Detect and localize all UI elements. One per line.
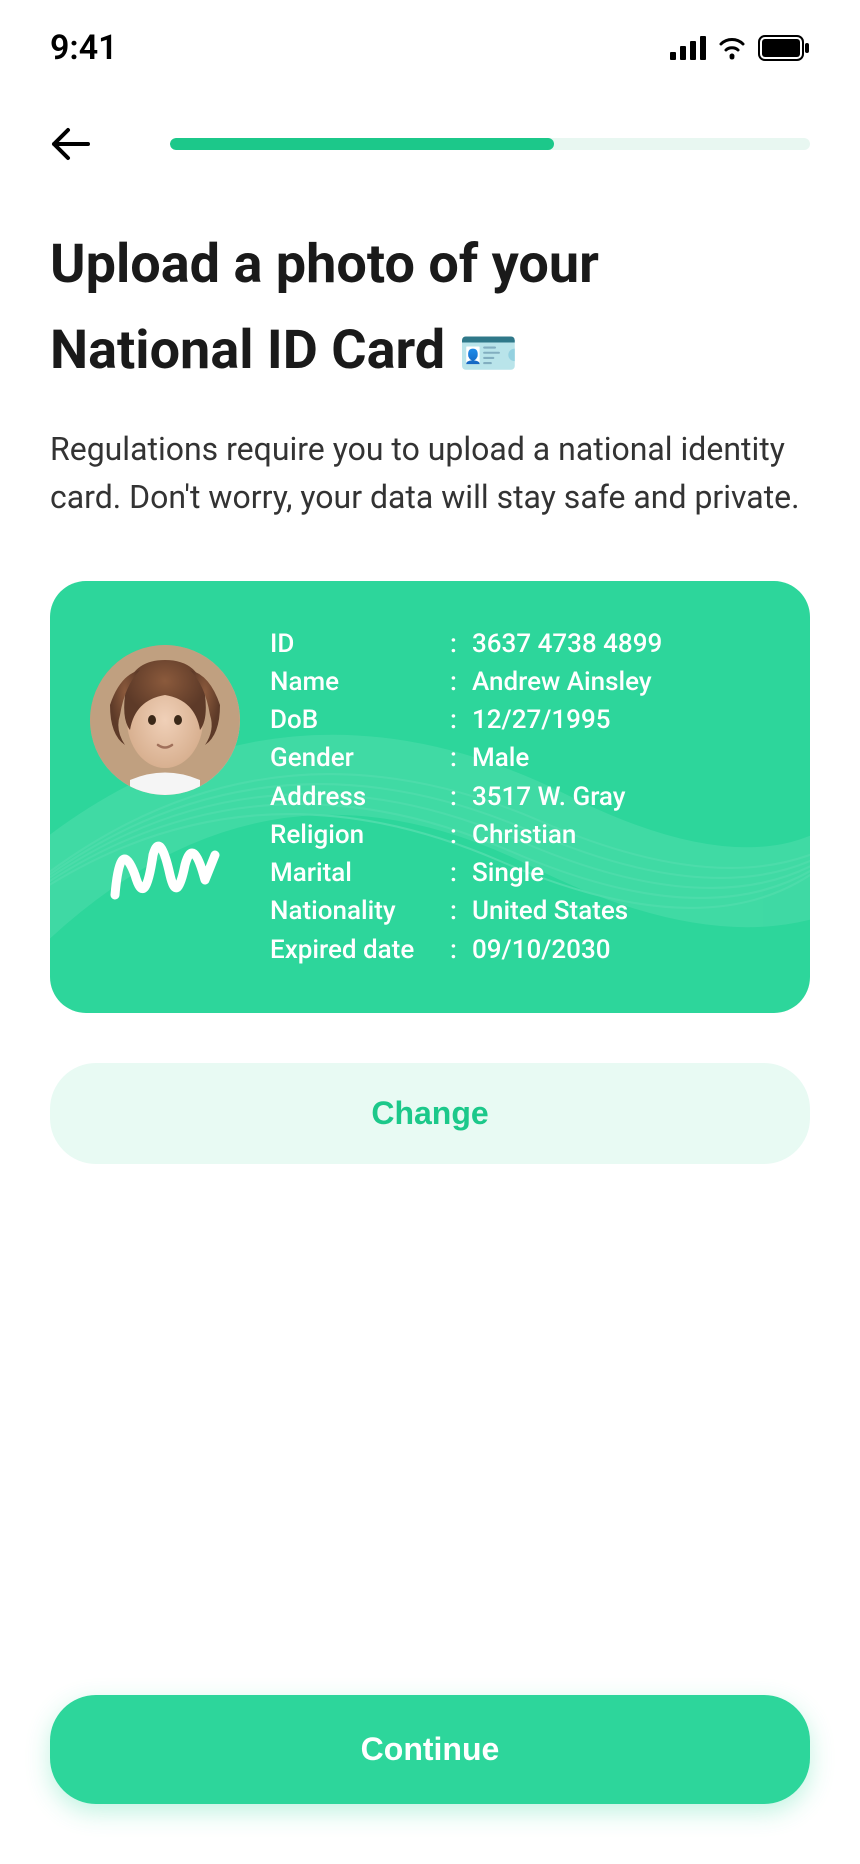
status-time: 9:41 xyxy=(50,28,118,68)
id-field-label: DoB xyxy=(270,701,450,739)
main-content: Upload a photo of your National ID Card … xyxy=(0,182,860,1164)
signature-icon xyxy=(105,825,225,915)
id-field-value: 12/27/1995 xyxy=(472,701,760,739)
id-card-left xyxy=(90,625,240,969)
id-field-colon: : xyxy=(450,739,472,777)
id-field-label: Nationality xyxy=(270,892,450,930)
id-field-row: Gender:Male xyxy=(270,739,760,777)
id-field-colon: : xyxy=(450,816,472,854)
id-card-preview: ID:3637 4738 4899Name:Andrew AinsleyDoB:… xyxy=(50,581,810,1013)
progress-fill xyxy=(170,138,554,150)
id-field-value: 09/10/2030 xyxy=(472,931,760,969)
id-field-row: Expired date:09/10/2030 xyxy=(270,931,760,969)
arrow-left-icon xyxy=(50,126,90,162)
id-field-colon: : xyxy=(450,778,472,816)
wifi-icon xyxy=(716,36,748,60)
id-field-colon: : xyxy=(450,854,472,892)
id-field-colon: : xyxy=(450,625,472,663)
id-field-label: Address xyxy=(270,778,450,816)
id-field-row: Nationality:United States xyxy=(270,892,760,930)
id-field-value: Christian xyxy=(472,816,760,854)
change-button[interactable]: Change xyxy=(50,1063,810,1164)
header xyxy=(0,86,860,182)
page-description: Regulations require you to upload a nati… xyxy=(50,425,810,521)
id-field-label: Religion xyxy=(270,816,450,854)
status-icons xyxy=(670,35,810,61)
progress-bar xyxy=(170,138,810,150)
id-field-value: Male xyxy=(472,739,760,777)
id-field-value: Andrew Ainsley xyxy=(472,663,760,701)
back-button[interactable] xyxy=(50,126,90,162)
id-card-details: ID:3637 4738 4899Name:Andrew AinsleyDoB:… xyxy=(270,625,760,969)
id-field-label: Name xyxy=(270,663,450,701)
id-card-emoji: 🪪 xyxy=(459,325,519,382)
id-field-colon: : xyxy=(450,931,472,969)
id-field-label: ID xyxy=(270,625,450,663)
id-field-row: Religion:Christian xyxy=(270,816,760,854)
id-field-row: Name:Andrew Ainsley xyxy=(270,663,760,701)
avatar xyxy=(90,645,240,795)
id-field-label: Marital xyxy=(270,854,450,892)
id-field-colon: : xyxy=(450,663,472,701)
id-field-row: Marital:Single xyxy=(270,854,760,892)
signal-icon xyxy=(670,36,706,60)
id-field-colon: : xyxy=(450,892,472,930)
status-bar: 9:41 xyxy=(0,0,860,86)
id-field-label: Gender xyxy=(270,739,450,777)
continue-button[interactable]: Continue xyxy=(50,1695,810,1804)
id-field-colon: : xyxy=(450,701,472,739)
id-field-row: Address:3517 W. Gray xyxy=(270,778,760,816)
id-field-value: Single xyxy=(472,854,760,892)
id-field-value: 3517 W. Gray xyxy=(472,778,760,816)
id-field-value: United States xyxy=(472,892,760,930)
id-field-row: DoB:12/27/1995 xyxy=(270,701,760,739)
page-title: Upload a photo of your National ID Card … xyxy=(50,222,810,395)
id-field-value: 3637 4738 4899 xyxy=(472,625,760,663)
id-field-row: ID:3637 4738 4899 xyxy=(270,625,760,663)
id-card-content: ID:3637 4738 4899Name:Andrew AinsleyDoB:… xyxy=(90,625,760,969)
id-field-label: Expired date xyxy=(270,931,450,969)
battery-icon xyxy=(758,35,810,61)
